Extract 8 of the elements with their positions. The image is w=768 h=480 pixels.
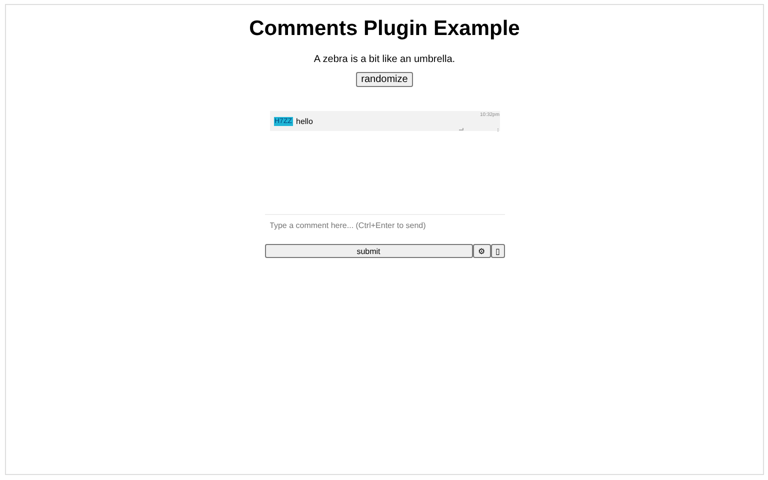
comment-text: hello: [296, 116, 313, 126]
randomize-button[interactable]: randomize: [356, 72, 413, 87]
extra-button[interactable]: ▯: [490, 244, 504, 258]
submit-button[interactable]: submit: [264, 244, 472, 258]
settings-button[interactable]: ⚙: [472, 244, 490, 258]
reply-icon[interactable]: [458, 128, 464, 132]
sentence-text: A zebra is a bit like an umbrella.: [314, 54, 456, 65]
page-title: Comments Plugin Example: [249, 17, 520, 41]
